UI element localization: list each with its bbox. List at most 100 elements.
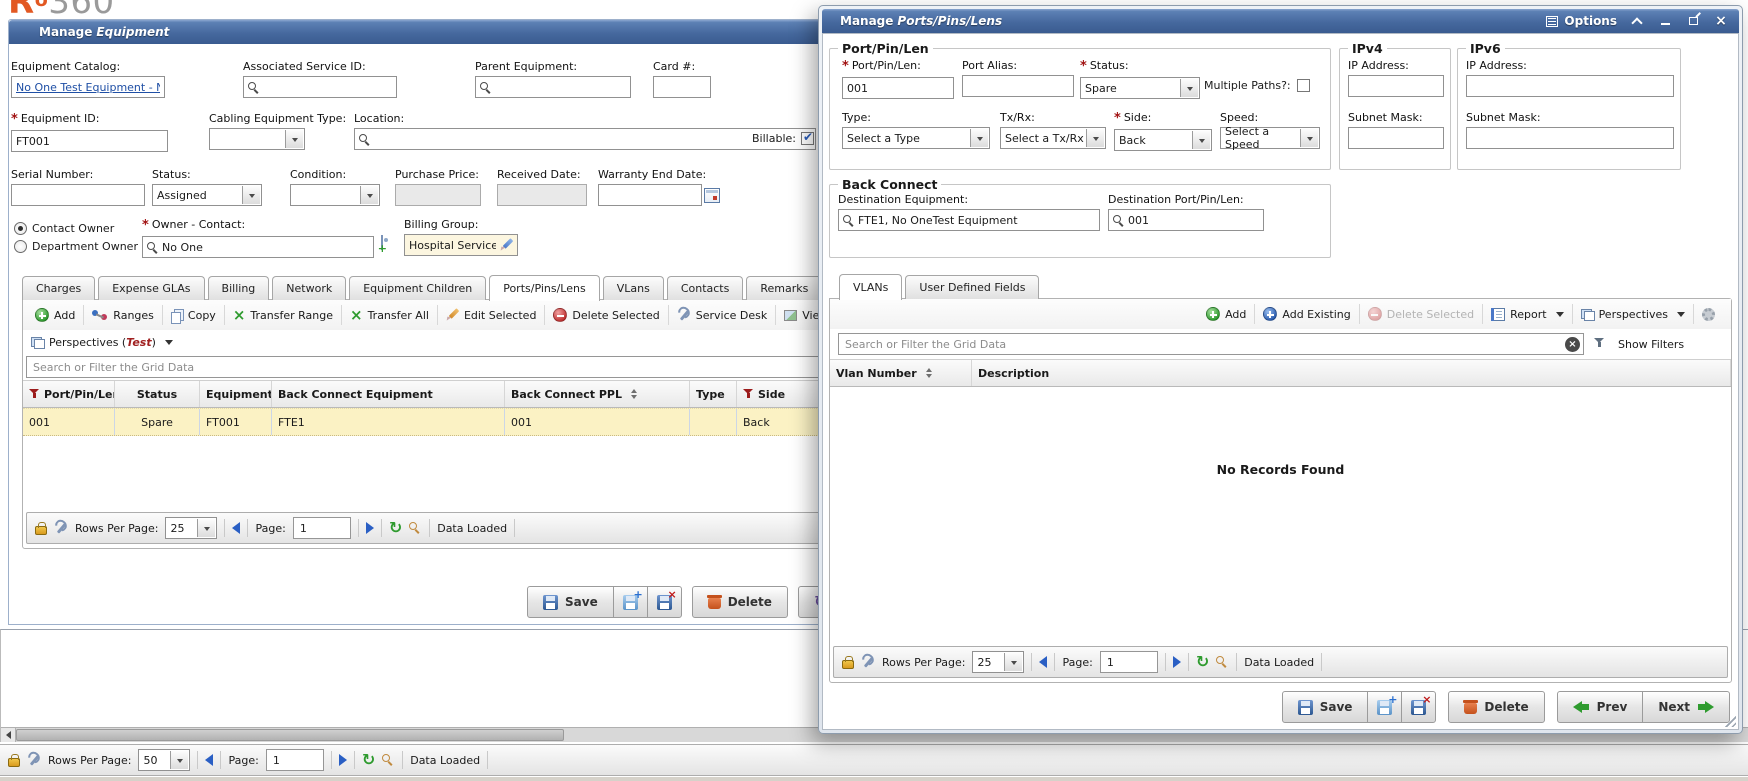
column-header-back-connect-equipment[interactable]: Back Connect Equipment <box>272 381 505 407</box>
calendar-icon[interactable] <box>704 188 720 203</box>
delete-button[interactable]: Delete <box>692 586 788 618</box>
collapse-button[interactable] <box>1629 13 1645 29</box>
edit-selected-button[interactable]: Edit Selected <box>438 305 545 325</box>
page-input[interactable] <box>293 517 351 539</box>
tab-expense-glas[interactable]: Expense GLAs <box>98 276 204 300</box>
page-input[interactable] <box>1100 651 1158 673</box>
lock-icon[interactable] <box>35 526 47 535</box>
transfer-range-button[interactable]: Transfer Range <box>225 305 342 325</box>
condition-select[interactable] <box>290 184 380 206</box>
warranty-end-date-field[interactable] <box>598 184 702 206</box>
department-owner-radio[interactable] <box>14 240 27 253</box>
scrollbar-thumb[interactable] <box>16 729 564 741</box>
equipment-id-field[interactable]: FT001 <box>11 130 168 152</box>
dialog-delete-button[interactable]: Delete <box>1448 691 1544 723</box>
ppl-field[interactable]: 001 <box>842 77 954 99</box>
popout-button[interactable] <box>1685 13 1701 29</box>
port-alias-field[interactable] <box>962 75 1074 97</box>
txrx-select[interactable]: Select a Tx/Rx <box>1000 127 1106 149</box>
service-desk-button[interactable]: Service Desk <box>669 305 777 325</box>
delete-selected-button[interactable]: Delete Selected <box>545 305 668 325</box>
scroll-left-icon[interactable] <box>1 728 16 742</box>
ipv6-address-field[interactable] <box>1466 75 1674 97</box>
associated-service-id-field[interactable] <box>243 76 397 98</box>
page-input[interactable] <box>266 749 324 771</box>
dialog-save-and-new-button[interactable]: + <box>1367 691 1402 723</box>
vlan-add-existing-button[interactable]: Add Existing <box>1255 304 1359 324</box>
rows-per-page-select[interactable]: 25 <box>972 651 1024 673</box>
show-filters-button[interactable]: Show Filters <box>1618 338 1684 351</box>
billing-group-field[interactable]: Hospital Services <box>404 234 518 256</box>
vlan-delete-selected-button[interactable]: Delete Selected <box>1360 304 1483 324</box>
vlan-add-button[interactable]: Add <box>1198 304 1255 324</box>
destination-ppl-field[interactable]: 001 <box>1108 209 1264 231</box>
card-number-field[interactable] <box>653 76 711 98</box>
column-header-status[interactable]: Status <box>115 381 200 407</box>
next-page-icon[interactable] <box>339 754 347 766</box>
tab-network[interactable]: Network <box>272 276 346 300</box>
cabling-equipment-type-select[interactable] <box>209 128 305 150</box>
tab-ports-pins-lens[interactable]: Ports/Pins/Lens <box>489 275 600 301</box>
column-header-equipment[interactable]: Equipment <box>200 381 272 407</box>
rows-per-page-select[interactable]: 50 <box>138 749 190 771</box>
preview-icon[interactable] <box>409 522 422 535</box>
next-button[interactable]: Next <box>1642 691 1730 723</box>
save-button[interactable]: Save <box>527 586 614 618</box>
copy-button[interactable]: Copy <box>163 305 225 325</box>
tab-billing[interactable]: Billing <box>208 276 270 300</box>
tab-user-defined-fields[interactable]: User Defined Fields <box>905 275 1039 299</box>
vlan-search-input[interactable] <box>838 333 1584 355</box>
transfer-all-button[interactable]: Transfer All <box>342 305 438 325</box>
column-header-vlan-number[interactable]: Vlan Number <box>830 360 972 386</box>
dialog-titlebar[interactable]: Manage Ports/Pins/Lens Options × <box>822 9 1739 33</box>
type-select[interactable]: Select a Type <box>842 127 990 149</box>
contact-owner-radio[interactable] <box>14 222 27 235</box>
vlan-settings-button[interactable] <box>1694 304 1723 324</box>
tab-vlans-dialog[interactable]: VLANs <box>839 274 902 300</box>
lock-icon[interactable] <box>8 758 20 767</box>
speed-select[interactable]: Select a Speed <box>1220 127 1320 149</box>
multiple-paths-checkbox[interactable] <box>1297 79 1310 92</box>
minimize-button[interactable] <box>1657 13 1673 29</box>
owner-contact-field[interactable]: No One <box>142 236 374 258</box>
next-page-icon[interactable] <box>366 522 374 534</box>
dialog-save-and-close-button[interactable]: × <box>1401 691 1436 723</box>
tab-remarks[interactable]: Remarks <box>746 276 822 300</box>
edit-pencil-icon[interactable] <box>500 238 513 252</box>
vlan-report-button[interactable]: Report <box>1483 304 1572 324</box>
rows-per-page-select[interactable]: 25 <box>165 517 217 539</box>
wrench-icon[interactable] <box>27 753 41 767</box>
tab-charges[interactable]: Charges <box>22 276 95 300</box>
options-button[interactable]: Options <box>1546 14 1617 28</box>
destination-equipment-field[interactable]: FTE1, No OneTest Equipment <box>838 209 1100 231</box>
previous-page-icon[interactable] <box>232 522 240 534</box>
save-and-new-button[interactable]: + <box>613 586 648 618</box>
dialog-save-button[interactable]: Save <box>1282 691 1369 723</box>
refresh-icon[interactable] <box>389 521 402 535</box>
ipv6-subnet-field[interactable] <box>1466 127 1674 149</box>
column-header-type[interactable]: Type <box>690 381 737 407</box>
refresh-icon[interactable] <box>362 753 375 767</box>
save-and-close-button[interactable]: × <box>647 586 682 618</box>
clear-search-icon[interactable] <box>1565 337 1580 352</box>
tab-contacts[interactable]: Contacts <box>667 276 744 300</box>
previous-page-icon[interactable] <box>1039 656 1047 668</box>
preview-icon[interactable] <box>1216 656 1229 669</box>
prev-button[interactable]: Prev <box>1557 691 1644 723</box>
lock-icon[interactable] <box>842 660 854 669</box>
column-header-back-connect-ppl[interactable]: Back Connect PPL <box>505 381 690 407</box>
vlan-perspectives-button[interactable]: Perspectives <box>1573 304 1694 324</box>
refresh-icon[interactable] <box>1196 655 1209 669</box>
location-field[interactable] <box>354 128 816 150</box>
equipment-catalog-link[interactable]: No One Test Equipment - No One Test Equ.… <box>16 81 160 94</box>
wrench-icon[interactable] <box>54 521 68 535</box>
previous-page-icon[interactable] <box>205 754 213 766</box>
ipv4-address-field[interactable] <box>1348 75 1444 97</box>
side-select[interactable]: Back <box>1114 129 1212 151</box>
column-header-port-pin-len[interactable]: Port/Pin/Len <box>23 381 115 407</box>
status-select[interactable]: Assigned <box>152 184 262 206</box>
ipv4-subnet-field[interactable] <box>1348 127 1444 149</box>
parent-equipment-field[interactable] <box>475 76 631 98</box>
preview-icon[interactable] <box>382 754 395 767</box>
serial-number-field[interactable] <box>11 184 145 206</box>
